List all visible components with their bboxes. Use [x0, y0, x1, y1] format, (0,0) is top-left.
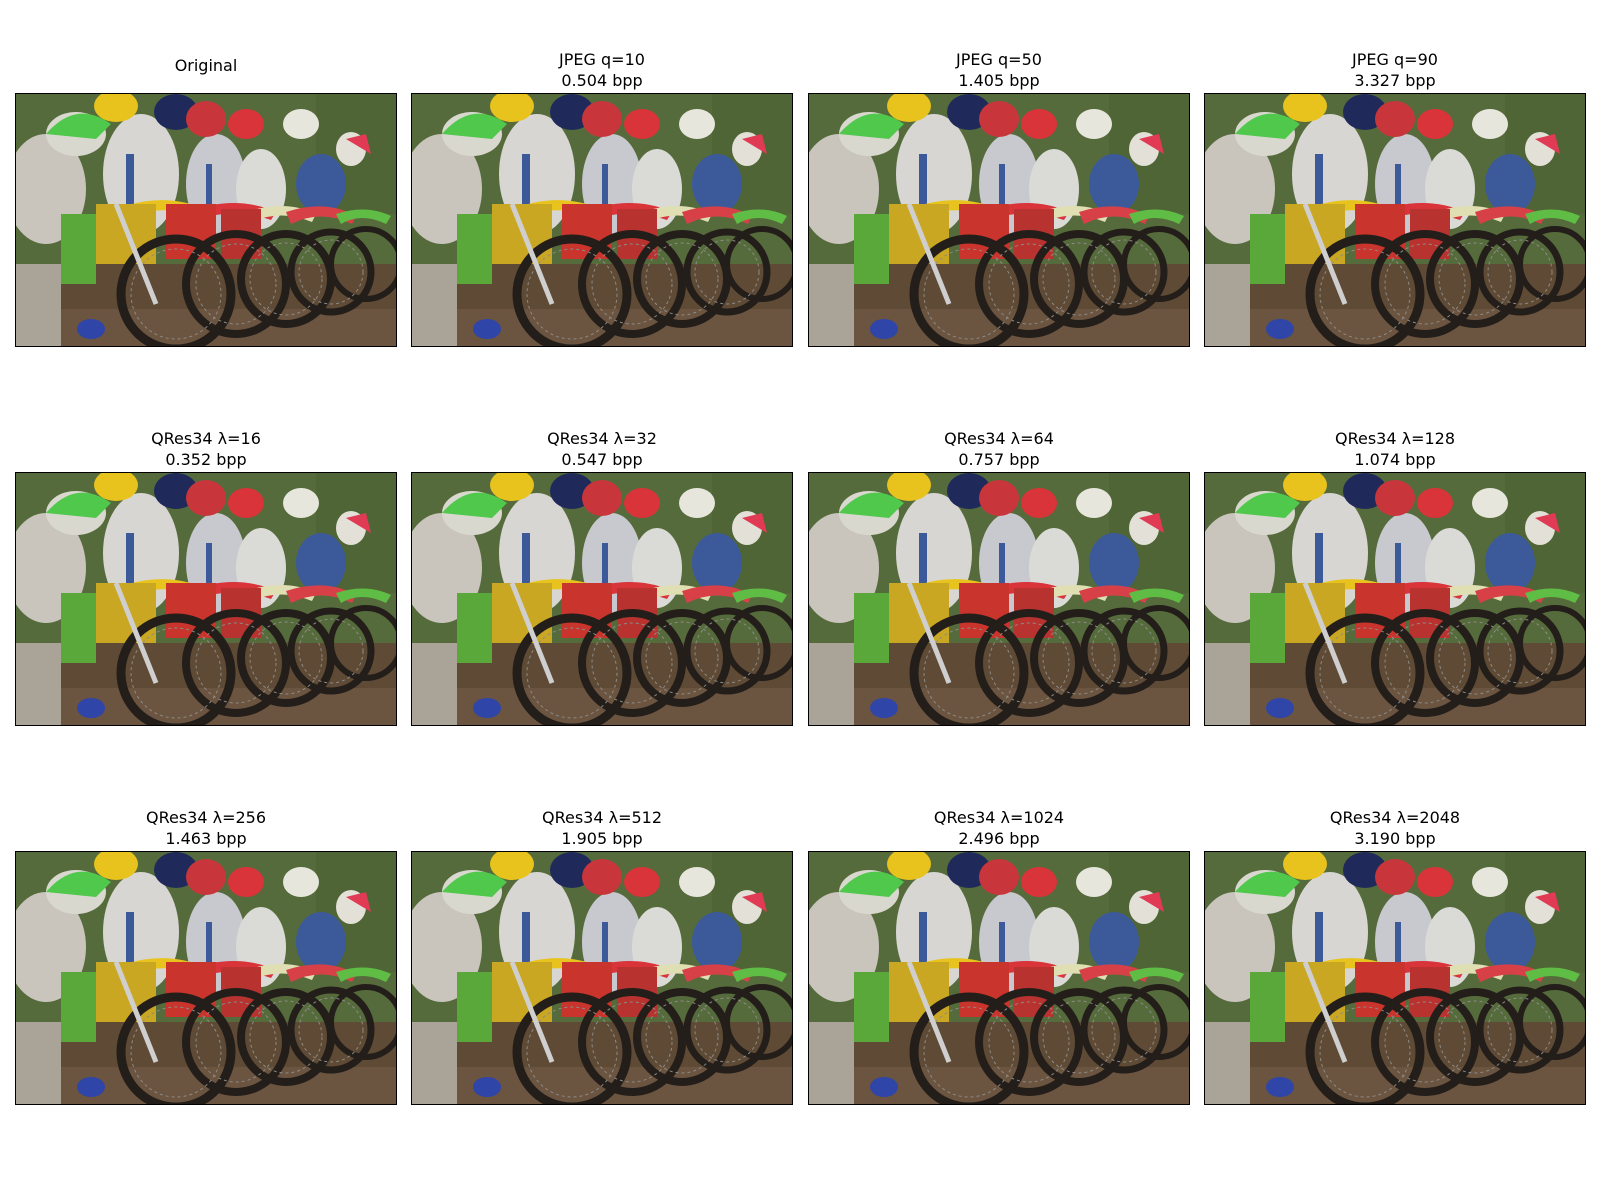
caption-line-2: 1.405 bpp [958, 71, 1040, 90]
panel-caption: QRes34 λ=2048 3.190 bpp [1204, 807, 1586, 849]
caption-line-2: 0.547 bpp [561, 450, 643, 469]
caption-line-1: QRes34 λ=128 [1334, 429, 1456, 448]
panel-image [808, 472, 1190, 726]
caption-line-1: QRes34 λ=1024 [933, 808, 1065, 827]
panel-caption: QRes34 λ=32 0.547 bpp [411, 428, 793, 470]
panel-caption: JPEG q=90 3.327 bpp [1204, 49, 1586, 91]
caption-line-1: JPEG q=10 [559, 50, 645, 69]
caption-line-1: QRes34 λ=2048 [1329, 808, 1461, 827]
caption-line-1: QRes34 λ=16 [151, 429, 261, 448]
comparison-grid: Original JPEG q=10 0.504 bpp JPEG q=50 1… [0, 0, 1600, 1200]
caption-line-2: 3.190 bpp [1354, 829, 1436, 848]
caption-line-2: 1.463 bpp [165, 829, 247, 848]
panel-image [1204, 472, 1586, 726]
panel-caption: QRes34 λ=512 1.905 bpp [411, 807, 793, 849]
panel-caption: QRes34 λ=1024 2.496 bpp [808, 807, 1190, 849]
caption-line-2: 0.757 bpp [958, 450, 1040, 469]
panel-caption: QRes34 λ=64 0.757 bpp [808, 428, 1190, 470]
caption-line-1: JPEG q=90 [1352, 50, 1438, 69]
caption-line-1: QRes34 λ=512 [541, 808, 663, 827]
caption-line-2: 0.504 bpp [561, 71, 643, 90]
caption-line-2: 3.327 bpp [1354, 71, 1436, 90]
panel-caption: Original [15, 55, 397, 76]
panel-image [808, 93, 1190, 347]
panel-caption: QRes34 λ=256 1.463 bpp [15, 807, 397, 849]
caption-line-1: QRes34 λ=64 [944, 429, 1054, 448]
panel-image [411, 472, 793, 726]
caption-line-2: 2.496 bpp [958, 829, 1040, 848]
panel-image [1204, 93, 1586, 347]
caption-line-2: 1.074 bpp [1354, 450, 1436, 469]
panel-image [411, 851, 793, 1105]
panel-image [15, 472, 397, 726]
caption-line-2: 0.352 bpp [165, 450, 247, 469]
caption-line-1: QRes34 λ=32 [547, 429, 657, 448]
caption-line-2: 1.905 bpp [561, 829, 643, 848]
panel-image [808, 851, 1190, 1105]
panel-image [1204, 851, 1586, 1105]
panel-caption: JPEG q=10 0.504 bpp [411, 49, 793, 91]
caption-line-1: JPEG q=50 [956, 50, 1042, 69]
panel-caption: QRes34 λ=128 1.074 bpp [1204, 428, 1586, 470]
panel-caption: JPEG q=50 1.405 bpp [808, 49, 1190, 91]
caption-line-2: Original [174, 56, 238, 75]
panel-image [15, 93, 397, 347]
panel-image [411, 93, 793, 347]
panel-image [15, 851, 397, 1105]
caption-line-1: QRes34 λ=256 [145, 808, 267, 827]
panel-caption: QRes34 λ=16 0.352 bpp [15, 428, 397, 470]
